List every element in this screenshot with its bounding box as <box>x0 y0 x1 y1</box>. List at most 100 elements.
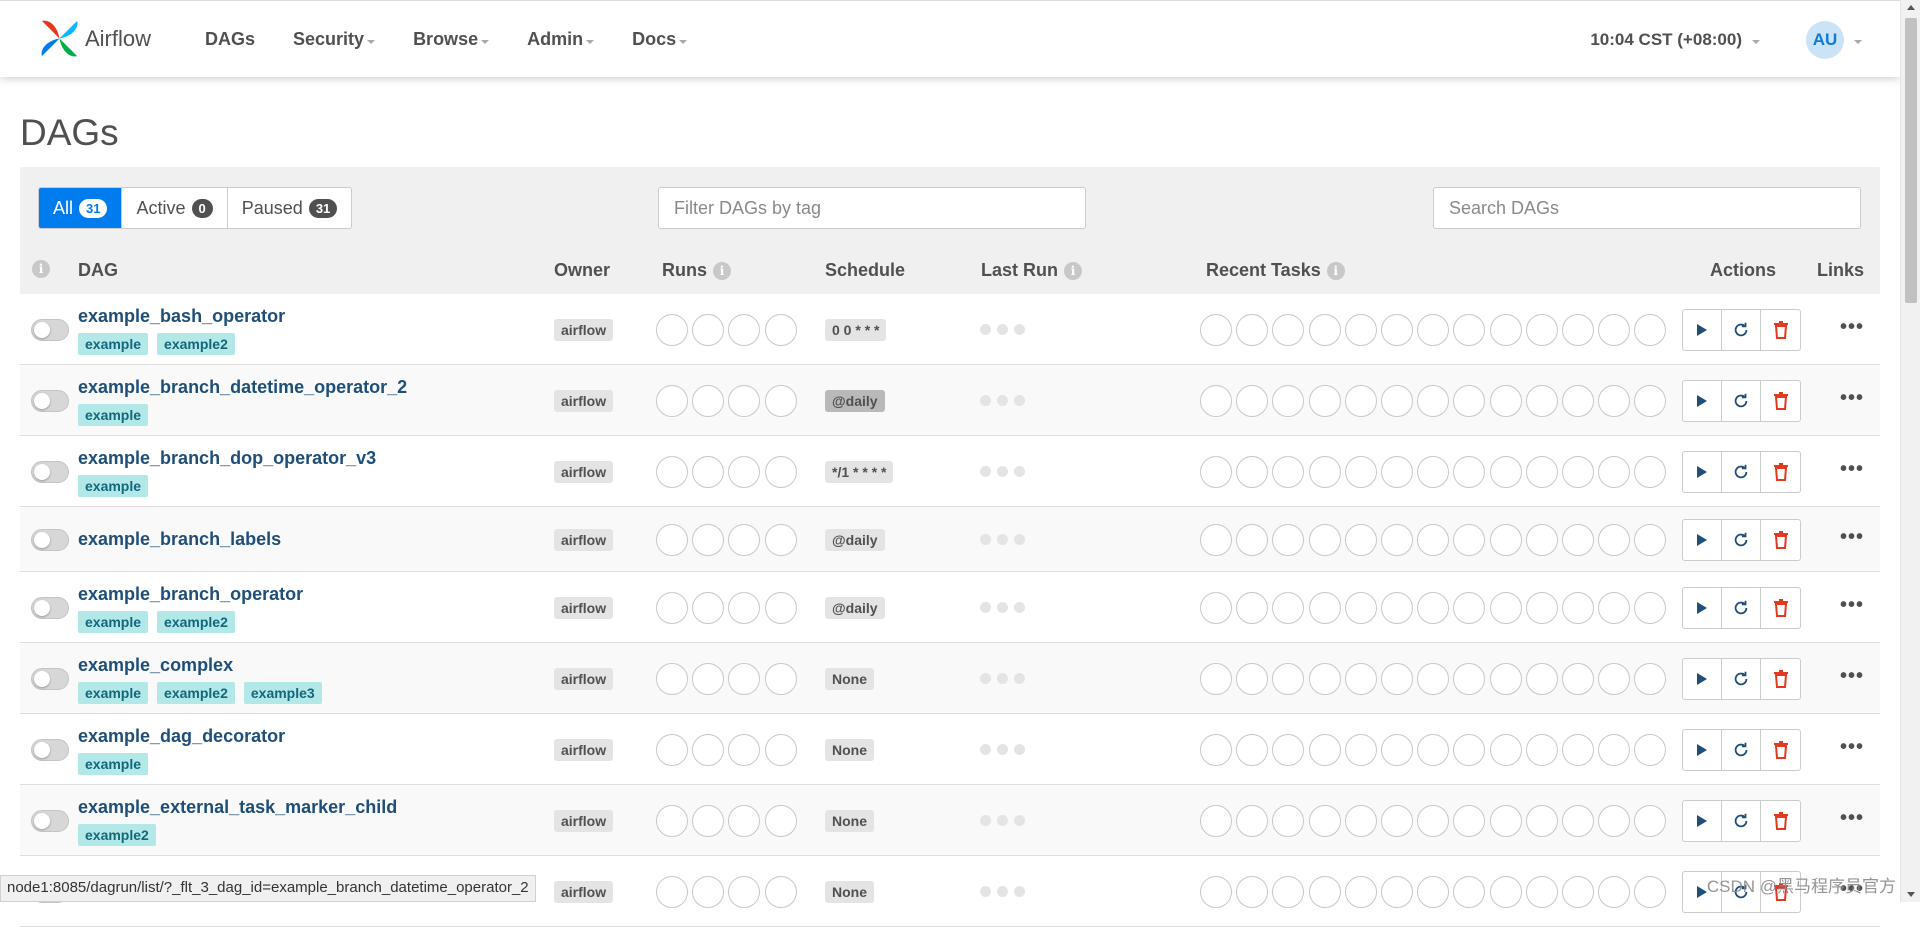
task-state-circle[interactable] <box>1272 313 1305 346</box>
dag-tag[interactable]: example2 <box>157 333 235 355</box>
run-state-circle[interactable] <box>656 523 688 556</box>
pause-toggle[interactable] <box>31 318 69 341</box>
task-state-circle[interactable] <box>1417 875 1450 908</box>
task-state-circle[interactable] <box>1598 384 1631 417</box>
run-state-circle[interactable] <box>764 384 797 417</box>
task-state-circle[interactable] <box>1200 455 1232 488</box>
schedule-badge[interactable]: 0 0 * * * <box>825 318 887 341</box>
refresh-dag-button[interactable] <box>1722 309 1761 350</box>
run-state-circle[interactable] <box>692 384 725 417</box>
owner-badge[interactable]: airflow <box>554 460 614 483</box>
task-state-circle[interactable] <box>1453 455 1486 488</box>
task-state-circle[interactable] <box>1308 523 1341 556</box>
nav-admin[interactable]: Admin <box>527 29 595 50</box>
task-state-circle[interactable] <box>1344 733 1377 766</box>
refresh-dag-button[interactable] <box>1722 380 1761 421</box>
run-state-circle[interactable] <box>656 384 688 417</box>
dag-tag[interactable]: example3 <box>243 682 322 704</box>
trigger-dag-button[interactable] <box>1683 519 1722 560</box>
run-state-circle[interactable] <box>692 591 725 624</box>
task-state-circle[interactable] <box>1200 384 1232 417</box>
run-state-circle[interactable] <box>728 804 761 837</box>
task-state-circle[interactable] <box>1634 662 1667 695</box>
nav-browse[interactable]: Browse <box>413 29 490 50</box>
dag-tag[interactable]: example <box>78 753 149 775</box>
task-state-circle[interactable] <box>1308 662 1341 695</box>
task-state-circle[interactable] <box>1417 733 1450 766</box>
nav-dags[interactable]: DAGs <box>205 29 255 50</box>
task-state-circle[interactable] <box>1634 804 1667 837</box>
task-state-circle[interactable] <box>1561 875 1594 908</box>
delete-dag-button[interactable] <box>1761 588 1800 628</box>
task-state-circle[interactable] <box>1453 875 1486 908</box>
task-state-circle[interactable] <box>1489 523 1522 556</box>
filter-all-button[interactable]: All 31 <box>39 188 123 228</box>
run-state-circle[interactable] <box>692 523 725 556</box>
links-menu-icon[interactable]: ••• <box>1840 736 1864 759</box>
task-state-circle[interactable] <box>1236 733 1269 766</box>
pause-toggle[interactable] <box>31 528 69 551</box>
task-state-circle[interactable] <box>1598 733 1631 766</box>
task-state-circle[interactable] <box>1236 313 1269 346</box>
delete-dag-button[interactable] <box>1761 452 1800 492</box>
task-state-circle[interactable] <box>1200 804 1232 837</box>
dag-tag[interactable]: example2 <box>157 682 235 704</box>
task-state-circle[interactable] <box>1561 384 1594 417</box>
run-state-circle[interactable] <box>656 591 688 624</box>
refresh-dag-button[interactable] <box>1722 800 1761 841</box>
task-state-circle[interactable] <box>1200 733 1232 766</box>
task-state-circle[interactable] <box>1561 313 1594 346</box>
dag-tag[interactable]: example <box>78 682 149 704</box>
search-dags-input[interactable] <box>1433 187 1861 229</box>
task-state-circle[interactable] <box>1380 875 1413 908</box>
task-state-circle[interactable] <box>1561 804 1594 837</box>
task-state-circle[interactable] <box>1380 455 1413 488</box>
task-state-circle[interactable] <box>1453 313 1486 346</box>
info-icon[interactable]: i <box>1064 261 1083 280</box>
trigger-dag-button[interactable] <box>1683 380 1722 421</box>
task-state-circle[interactable] <box>1308 455 1341 488</box>
run-state-circle[interactable] <box>764 733 797 766</box>
delete-dag-button[interactable] <box>1761 730 1800 770</box>
task-state-circle[interactable] <box>1489 733 1522 766</box>
run-state-circle[interactable] <box>692 875 725 908</box>
column-dag[interactable]: DAG <box>78 260 118 281</box>
task-state-circle[interactable] <box>1598 313 1631 346</box>
task-state-circle[interactable] <box>1344 662 1377 695</box>
delete-dag-button[interactable] <box>1761 381 1800 421</box>
task-state-circle[interactable] <box>1417 455 1450 488</box>
task-state-circle[interactable] <box>1272 875 1305 908</box>
links-menu-icon[interactable]: ••• <box>1840 458 1864 481</box>
links-menu-icon[interactable]: ••• <box>1840 665 1864 688</box>
filter-active-button[interactable]: Active 0 <box>122 188 228 228</box>
run-state-circle[interactable] <box>728 313 761 346</box>
delete-dag-button[interactable] <box>1761 520 1800 560</box>
task-state-circle[interactable] <box>1200 591 1232 624</box>
page-scrollbar[interactable] <box>1900 0 1920 902</box>
schedule-badge[interactable]: None <box>825 880 874 903</box>
owner-badge[interactable]: airflow <box>554 738 614 761</box>
task-state-circle[interactable] <box>1634 875 1667 908</box>
task-state-circle[interactable] <box>1634 591 1667 624</box>
run-state-circle[interactable] <box>764 875 797 908</box>
dag-tag[interactable]: example2 <box>78 824 156 846</box>
pause-toggle[interactable] <box>31 738 69 761</box>
task-state-circle[interactable] <box>1308 804 1341 837</box>
run-state-circle[interactable] <box>692 313 725 346</box>
owner-badge[interactable]: airflow <box>554 389 614 412</box>
info-icon[interactable]: i <box>1326 261 1345 280</box>
run-state-circle[interactable] <box>728 875 761 908</box>
scroll-thumb[interactable] <box>1905 18 1917 303</box>
filter-paused-button[interactable]: Paused 31 <box>228 188 352 228</box>
task-state-circle[interactable] <box>1417 523 1450 556</box>
trigger-dag-button[interactable] <box>1683 800 1722 841</box>
task-state-circle[interactable] <box>1236 523 1269 556</box>
task-state-circle[interactable] <box>1272 733 1305 766</box>
task-state-circle[interactable] <box>1453 804 1486 837</box>
dag-link[interactable]: example_branch_labels <box>78 529 281 550</box>
task-state-circle[interactable] <box>1525 591 1558 624</box>
task-state-circle[interactable] <box>1417 384 1450 417</box>
task-state-circle[interactable] <box>1489 804 1522 837</box>
pause-toggle[interactable] <box>31 389 69 412</box>
task-state-circle[interactable] <box>1417 313 1450 346</box>
